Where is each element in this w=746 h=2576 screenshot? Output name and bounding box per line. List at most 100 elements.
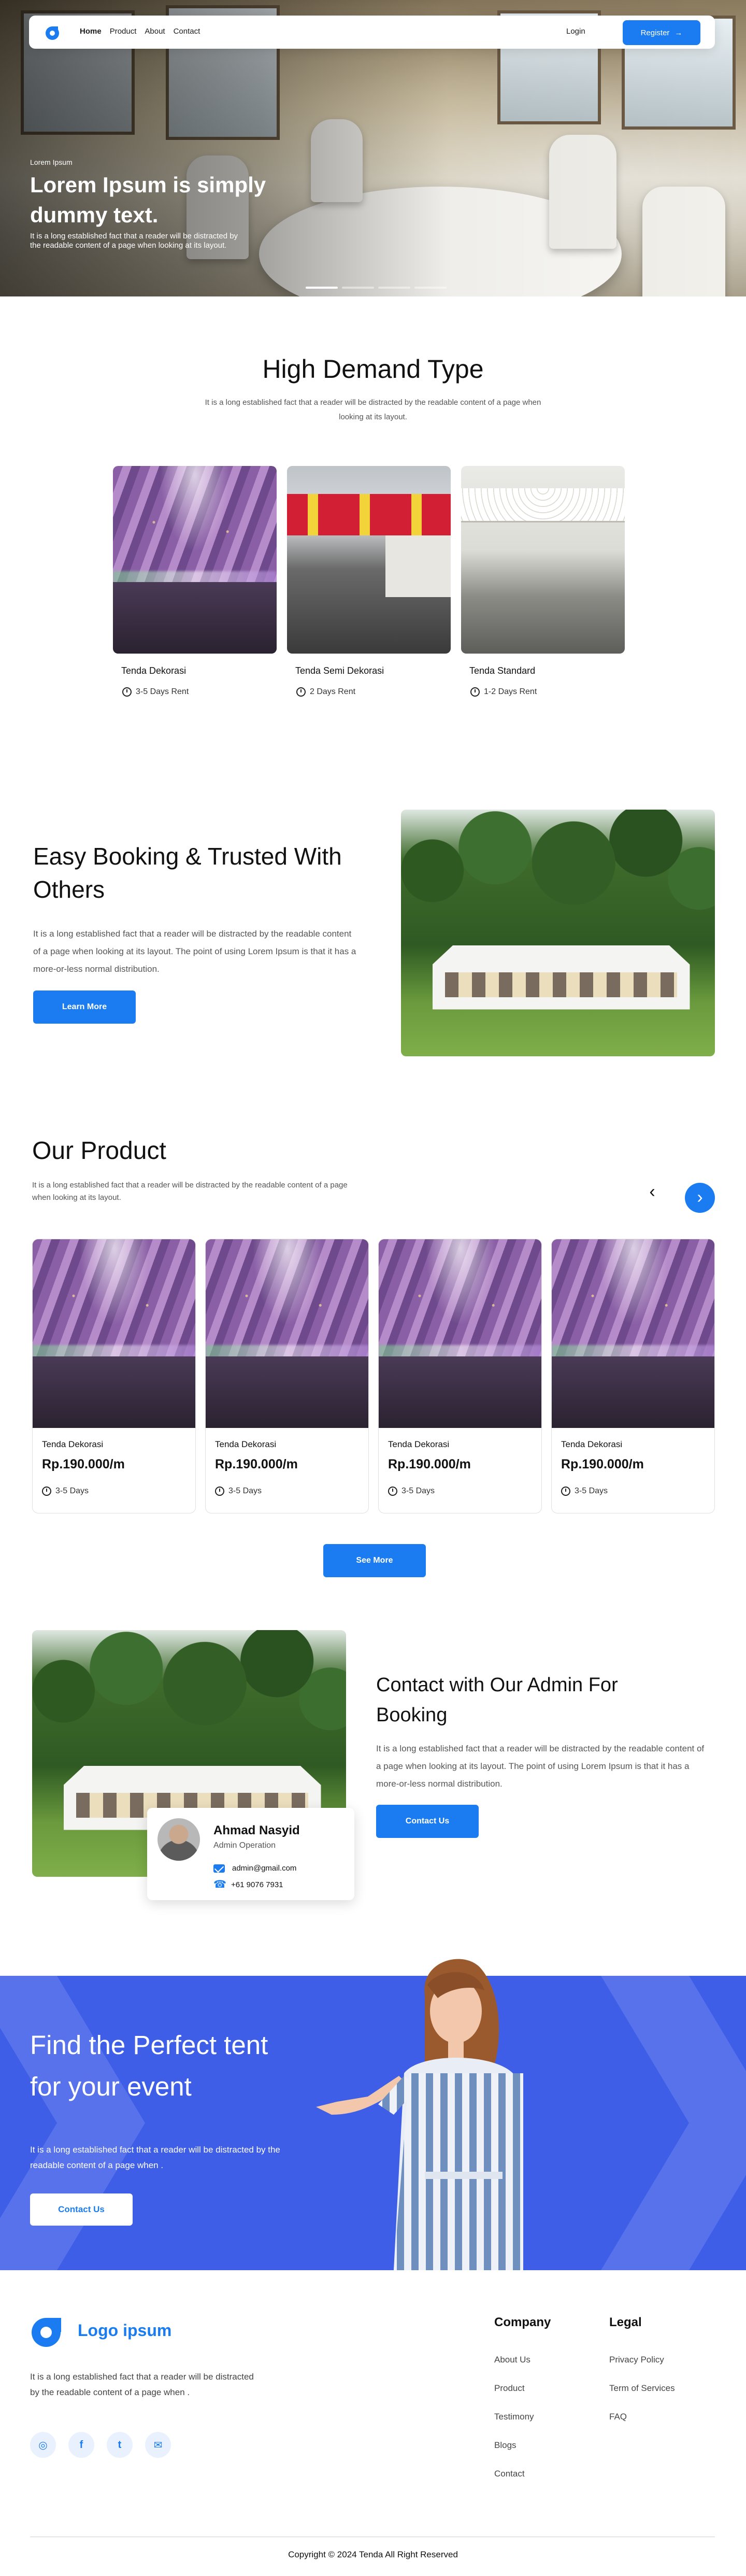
image-trees bbox=[401, 810, 715, 963]
product-price: Rp.190.000/m bbox=[388, 1457, 471, 1471]
banner-contact-button[interactable]: Contact Us bbox=[30, 2193, 133, 2226]
carousel-dot[interactable] bbox=[342, 287, 374, 289]
image-roof bbox=[287, 494, 451, 535]
login-link[interactable]: Login bbox=[566, 27, 585, 36]
product-card[interactable]: Tenda Dekorasi Rp.190.000/m 3-5 Days bbox=[32, 1239, 196, 1513]
duration-label: 3-5 Days bbox=[55, 1487, 89, 1495]
high-demand-item-name: Tenda Dekorasi bbox=[121, 666, 187, 676]
contact-title: Contact with Our Admin For Booking bbox=[376, 1674, 618, 1726]
clock-icon bbox=[215, 1487, 224, 1496]
admin-email: admin@gmail.com bbox=[232, 1864, 297, 1873]
high-demand-item-name: Tenda Standard bbox=[469, 666, 536, 676]
footer-link-terms[interactable]: Term of Services bbox=[609, 2383, 675, 2394]
chevron-right-icon[interactable]: › bbox=[685, 1183, 715, 1213]
product-image bbox=[33, 1239, 195, 1428]
phone-icon: ☎ bbox=[213, 1879, 226, 1890]
register-button[interactable]: Register → bbox=[623, 20, 700, 45]
footer-link-product[interactable]: Product bbox=[494, 2383, 525, 2394]
tent-photo bbox=[401, 810, 715, 1056]
product-image bbox=[552, 1239, 714, 1428]
arrow-right-icon: → bbox=[675, 28, 683, 37]
twitter-icon[interactable]: t bbox=[107, 2432, 133, 2458]
carousel-dot[interactable] bbox=[414, 287, 447, 289]
banner-description: It is a long established fact that a rea… bbox=[30, 2145, 280, 2170]
facebook-icon[interactable]: f bbox=[68, 2432, 94, 2458]
image-floor bbox=[552, 1356, 714, 1428]
duration-label: 3-5 Days bbox=[575, 1487, 608, 1495]
image-trees bbox=[32, 1630, 346, 1784]
nav-links: Home Product About Contact bbox=[80, 27, 200, 36]
footer-link-testimony[interactable]: Testimony bbox=[494, 2412, 534, 2422]
nav-contact[interactable]: Contact bbox=[174, 27, 200, 36]
chevron-left-icon[interactable]: ‹ bbox=[642, 1183, 662, 1202]
tenda-standard-image[interactable] bbox=[461, 466, 625, 654]
hero-title: Lorem Ipsum is simply dummy text. bbox=[30, 173, 266, 227]
image-floor bbox=[113, 582, 277, 654]
contact-us-button[interactable]: Contact Us bbox=[376, 1805, 479, 1838]
product-card[interactable]: Tenda Dekorasi Rp.190.000/m 3-5 Days bbox=[551, 1239, 715, 1513]
carousel-dot[interactable] bbox=[378, 287, 410, 289]
learn-more-button[interactable]: Learn More bbox=[33, 990, 136, 1024]
banner-title: Find the Perfect tent for your event bbox=[30, 2030, 268, 2101]
admin-contact-card: Ahmad Nasyid Admin Operation admin@gmail… bbox=[147, 1808, 354, 1900]
easy-booking-title: Easy Booking & Trusted With Others bbox=[33, 843, 342, 903]
hero-eyebrow: Lorem Ipsum bbox=[30, 158, 73, 166]
products-title: Our Product bbox=[32, 1137, 166, 1165]
clock-icon bbox=[561, 1487, 570, 1496]
nav-product[interactable]: Product bbox=[110, 27, 137, 36]
high-demand-item-rent: 2 Days Rent bbox=[296, 687, 355, 697]
logo-icon[interactable] bbox=[45, 25, 60, 40]
admin-phone: +61 9076 7931 bbox=[231, 1880, 283, 1889]
product-card[interactable]: Tenda Dekorasi Rp.190.000/m 3-5 Days bbox=[378, 1239, 542, 1513]
nav-home[interactable]: Home bbox=[80, 27, 102, 36]
product-price: Rp.190.000/m bbox=[215, 1457, 298, 1471]
image-floor bbox=[33, 1356, 195, 1428]
copyright: Copyright © 2024 Tenda All Right Reserve… bbox=[288, 2550, 458, 2559]
instagram-icon[interactable]: ◎ bbox=[30, 2432, 56, 2458]
high-demand-title: High Demand Type bbox=[262, 355, 484, 384]
mail-icon bbox=[213, 1864, 225, 1873]
contact-description: It is a long established fact that a rea… bbox=[376, 1744, 705, 1789]
carousel-dot[interactable] bbox=[306, 287, 338, 289]
clock-icon bbox=[470, 687, 480, 697]
footer-description: It is a long established fact that a rea… bbox=[30, 2372, 254, 2397]
footer-company-title: Company bbox=[494, 2315, 551, 2329]
duration-label: 3-5 Days bbox=[401, 1487, 435, 1495]
rent-label: 2 Days Rent bbox=[310, 687, 356, 696]
product-price: Rp.190.000/m bbox=[561, 1457, 644, 1471]
admin-role: Admin Operation bbox=[213, 1841, 276, 1850]
high-demand-item-rent: 1-2 Days Rent bbox=[470, 687, 537, 697]
avatar bbox=[157, 1818, 200, 1861]
woman-illustration bbox=[316, 1959, 523, 2270]
tenda-semi-dekorasi-image[interactable] bbox=[287, 466, 451, 654]
high-demand-item-name: Tenda Semi Dekorasi bbox=[295, 666, 384, 676]
social-links: ◎ f t ✉ bbox=[30, 2432, 171, 2458]
image-tent-windows bbox=[444, 972, 678, 997]
footer-link-privacy[interactable]: Privacy Policy bbox=[609, 2355, 664, 2365]
register-label: Register bbox=[640, 28, 670, 37]
logo-icon[interactable] bbox=[30, 2314, 64, 2348]
footer-link-blogs[interactable]: Blogs bbox=[494, 2440, 517, 2451]
products-description: It is a long established fact that a rea… bbox=[32, 1181, 348, 1202]
tenda-dekorasi-image[interactable] bbox=[113, 466, 277, 654]
email-icon[interactable]: ✉ bbox=[145, 2432, 171, 2458]
product-image bbox=[206, 1239, 368, 1428]
clock-icon bbox=[42, 1487, 51, 1496]
easy-booking-description: It is a long established fact that a rea… bbox=[33, 929, 356, 974]
nav-about[interactable]: About bbox=[145, 27, 165, 36]
product-name: Tenda Dekorasi bbox=[42, 1439, 104, 1449]
admin-phone-row[interactable]: ☎ +61 9076 7931 bbox=[213, 1879, 283, 1890]
banner-decoration bbox=[0, 1976, 145, 2270]
image-awning bbox=[461, 488, 625, 522]
footer-logo-text[interactable]: Logo ipsum bbox=[78, 2321, 171, 2340]
clock-icon bbox=[122, 687, 132, 697]
admin-email-row[interactable]: admin@gmail.com bbox=[213, 1864, 296, 1873]
footer-link-about[interactable]: About Us bbox=[494, 2355, 530, 2365]
hero-description: It is a long established fact that a rea… bbox=[30, 232, 238, 250]
footer-link-faq[interactable]: FAQ bbox=[609, 2412, 627, 2422]
product-card[interactable]: Tenda Dekorasi Rp.190.000/m 3-5 Days bbox=[205, 1239, 369, 1513]
rent-label: 3-5 Days Rent bbox=[136, 687, 189, 696]
see-more-button[interactable]: See More bbox=[323, 1544, 426, 1577]
footer-link-contact[interactable]: Contact bbox=[494, 2469, 525, 2479]
image-floor bbox=[379, 1356, 541, 1428]
